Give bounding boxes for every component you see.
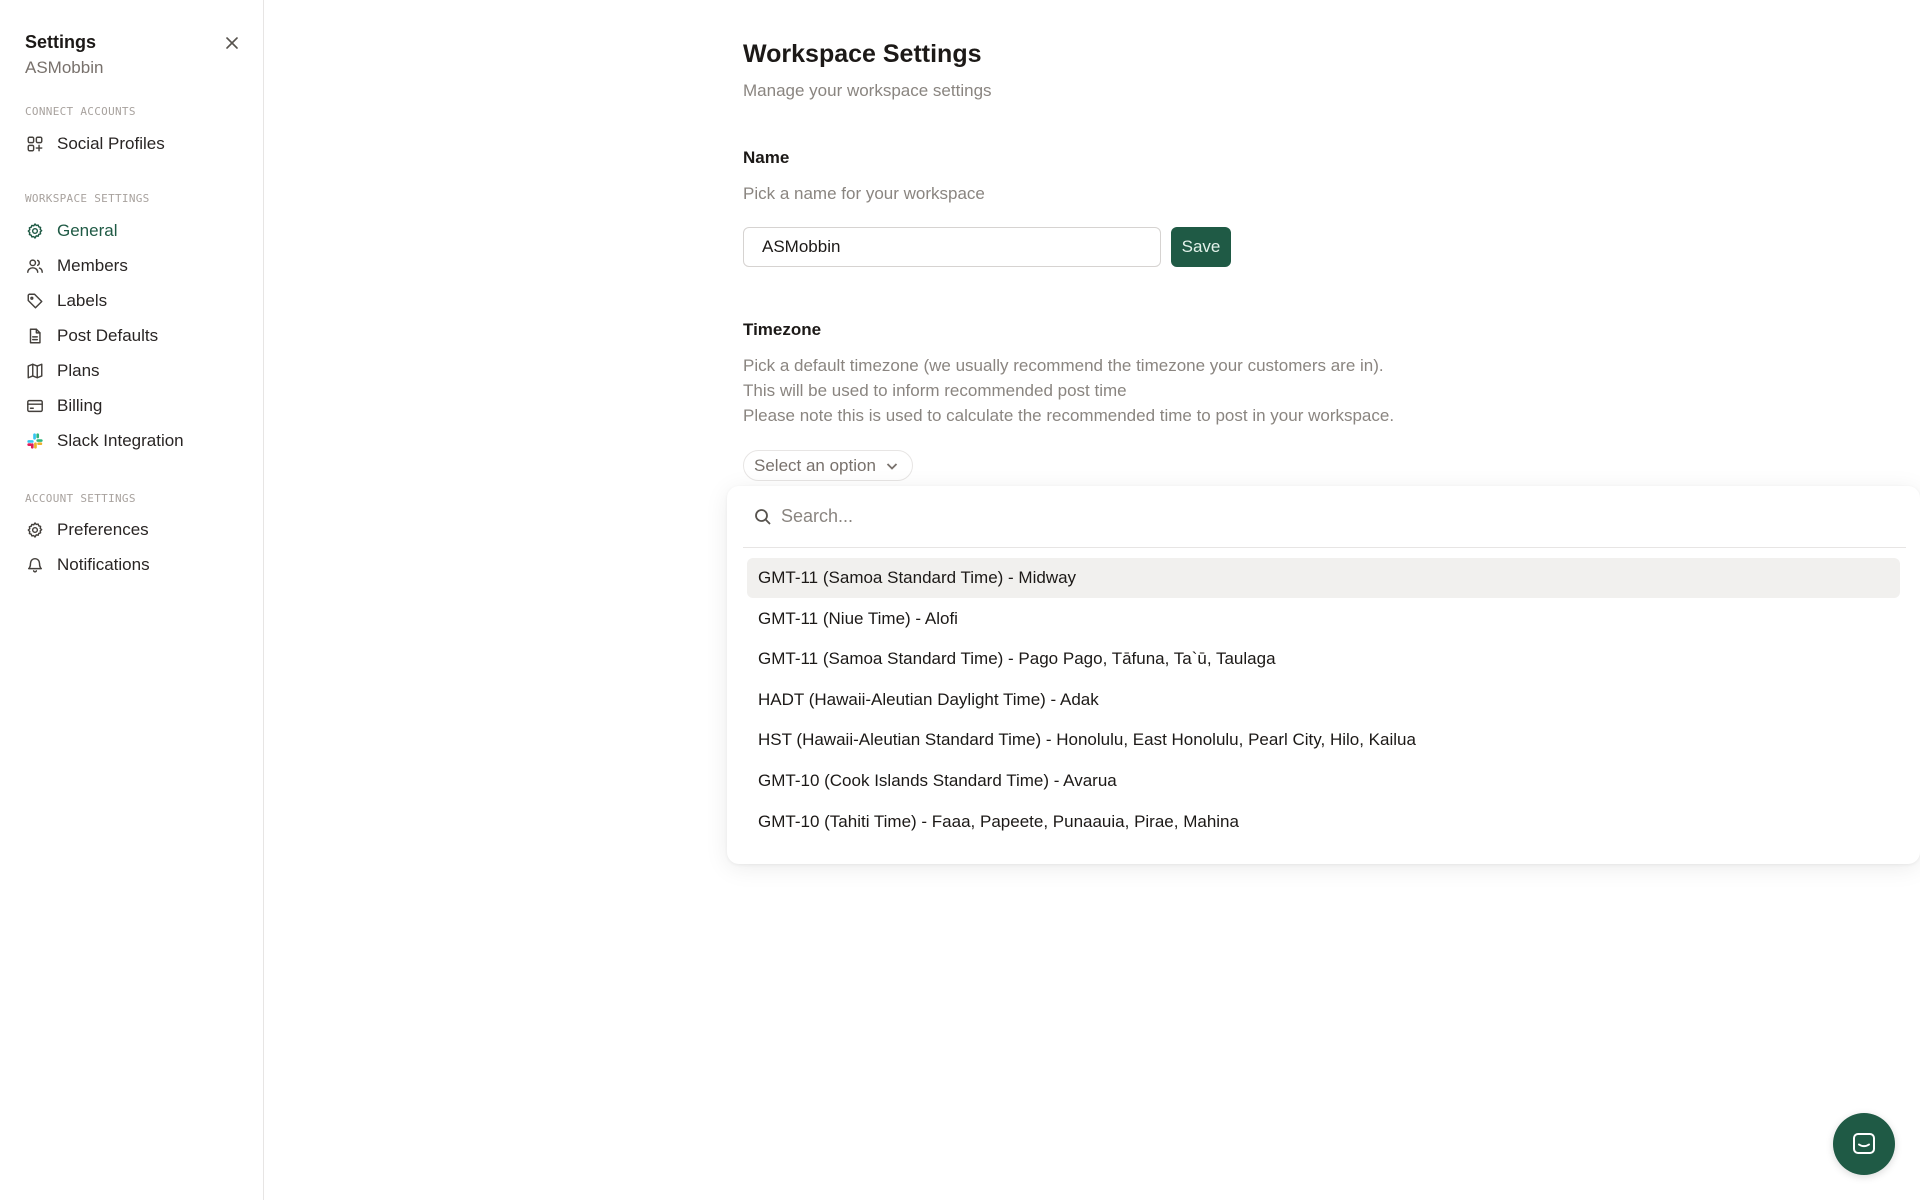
sidebar-item-plans[interactable]: Plans — [20, 354, 250, 388]
sidebar-item-label: Preferences — [57, 520, 149, 539]
timezone-option[interactable]: HADT (Hawaii-Aleutian Daylight Time) - A… — [747, 680, 1900, 720]
timezone-search-input[interactable] — [781, 506, 1681, 527]
timezone-option[interactable]: HST (Hawaii-Aleutian Standard Time) - Ho… — [747, 720, 1900, 760]
chevron-down-icon — [886, 462, 898, 470]
sidebar-item-label: Billing — [57, 396, 103, 415]
timezone-select[interactable]: Select an option — [743, 450, 913, 481]
timezone-option[interactable]: GMT-11 (Samoa Standard Time) - Midway — [747, 558, 1900, 598]
section-label-connect-accounts: Connect Accounts — [25, 105, 136, 118]
sidebar-item-label: Social Profiles — [57, 134, 165, 153]
timezone-description-line-3: Please note this is used to calculate th… — [743, 406, 1395, 425]
timezone-description-line-1: Pick a default timezone (we usually reco… — [743, 356, 1384, 375]
bell-icon — [25, 555, 45, 575]
sidebar-item-post-defaults[interactable]: Post Defaults — [20, 319, 250, 353]
page-title: Workspace Settings — [743, 40, 982, 68]
sidebar-item-billing[interactable]: Billing — [20, 389, 250, 423]
sidebar-header: Settings ASMobbin — [25, 30, 243, 80]
map-icon — [25, 361, 45, 381]
section-label-workspace-settings: Workspace Settings — [25, 192, 150, 205]
workspace-name-input[interactable] — [743, 227, 1161, 267]
name-field-label: Name — [743, 148, 790, 167]
timezone-search — [743, 486, 1906, 548]
sidebar-item-preferences[interactable]: Preferences — [20, 513, 250, 547]
sidebar-item-labels[interactable]: Labels — [20, 284, 250, 318]
app: Settings ASMobbin Connect Accounts Socia… — [0, 0, 1920, 1200]
chat-launcher-button[interactable] — [1833, 1113, 1895, 1175]
close-icon — [226, 37, 238, 49]
timezone-dropdown: GMT-11 (Samoa Standard Time) - Midway GM… — [727, 486, 1920, 864]
tag-icon — [25, 291, 45, 311]
credit-card-icon — [25, 396, 45, 416]
sidebar-item-members[interactable]: Members — [20, 249, 250, 283]
sidebar-item-label: Plans — [57, 361, 100, 380]
timezone-option[interactable]: GMT-11 (Niue Time) - Alofi — [747, 599, 1900, 639]
sidebar-item-label: Labels — [57, 291, 108, 310]
sidebar-item-slack-integration[interactable]: Slack Integration — [20, 424, 250, 458]
grid-plus-icon — [25, 134, 45, 154]
timezone-description-line-2: This will be used to inform recommended … — [743, 381, 1127, 400]
sidebar-item-label: Notifications — [57, 555, 150, 574]
chat-icon — [1853, 1133, 1875, 1154]
sidebar-item-label: Members — [57, 256, 128, 275]
page-subtitle: Manage your workspace settings — [743, 81, 992, 100]
timezone-field-label: Timezone — [743, 320, 822, 339]
timezone-select-placeholder: Select an option — [754, 455, 876, 475]
sidebar-item-label: Slack Integration — [57, 431, 184, 450]
settings-sidebar: Settings ASMobbin Connect Accounts Socia… — [0, 0, 264, 1200]
save-button[interactable]: Save — [1171, 227, 1231, 267]
slack-icon — [25, 431, 45, 451]
users-icon — [25, 256, 45, 276]
name-field-description: Pick a name for your workspace — [743, 184, 985, 203]
main-panel: Workspace Settings Manage your workspace… — [265, 0, 1920, 1200]
file-icon — [25, 326, 45, 346]
timezone-options-list: GMT-11 (Samoa Standard Time) - Midway GM… — [747, 558, 1900, 842]
timezone-option[interactable]: GMT-11 (Samoa Standard Time) - Pago Pago… — [747, 639, 1900, 679]
gear-icon — [25, 221, 45, 241]
sidebar-item-social-profiles[interactable]: Social Profiles — [20, 127, 250, 161]
timezone-option[interactable]: GMT-10 (Cook Islands Standard Time) - Av… — [747, 761, 1900, 801]
timezone-option[interactable]: GMT-10 (Tahiti Time) - Faaa, Papeete, Pu… — [747, 802, 1900, 842]
sidebar-item-general[interactable]: General — [20, 214, 250, 248]
sidebar-item-label: Post Defaults — [57, 326, 159, 345]
gear-icon — [25, 520, 45, 540]
page-header: Workspace Settings Manage your workspace… — [743, 38, 1543, 102]
section-label-account-settings: Account Settings — [25, 492, 136, 505]
search-icon — [755, 508, 771, 525]
sidebar-title: Settings — [25, 32, 97, 52]
sidebar-item-notifications[interactable]: Notifications — [20, 548, 250, 582]
sidebar-item-label: General — [57, 221, 118, 240]
close-button[interactable] — [221, 32, 243, 54]
sidebar-workspace-name: ASMobbin — [25, 58, 104, 77]
